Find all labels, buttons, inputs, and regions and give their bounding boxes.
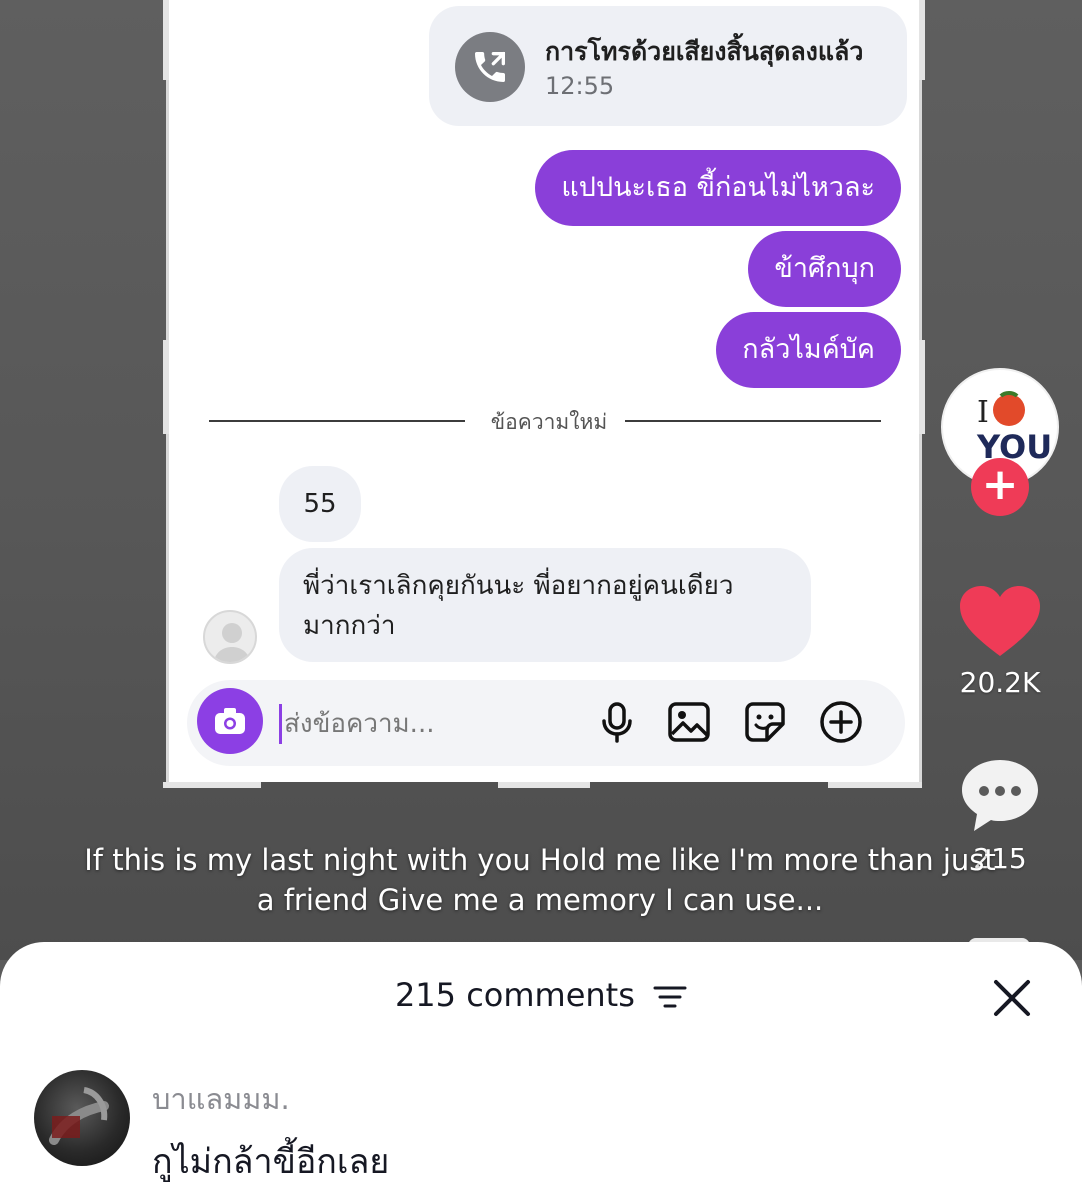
divider-line-right <box>625 420 881 422</box>
crop-handle <box>498 782 590 788</box>
message-composer <box>187 680 905 766</box>
received-message-line: มากกว่า <box>303 611 396 641</box>
comment-text: กูไม่กล้าขี้อีกเลย <box>152 1142 390 1182</box>
sent-message: ข้าศึกบุก <box>748 231 901 307</box>
svg-text:I: I <box>977 395 989 430</box>
crop-handle <box>828 782 922 788</box>
crop-handle <box>163 782 261 788</box>
received-message: พี่ว่าเราเลิกคุยกันนะ พี่อยากอยู่คนเดียว… <box>279 548 811 662</box>
divider-line-left <box>209 420 465 422</box>
caption-line: a friend Give me a memory I can use... <box>256 883 824 917</box>
message-input[interactable] <box>279 704 579 744</box>
crop-handle <box>163 0 169 80</box>
camera-icon <box>215 708 245 734</box>
crop-handle <box>919 0 925 80</box>
crop-handle <box>919 340 925 434</box>
comment-username[interactable]: บาแลมมม. <box>152 1076 290 1122</box>
call-time: 12:55 <box>545 72 615 100</box>
new-messages-divider: ข้อความใหม่ <box>490 410 608 434</box>
outgoing-call-icon <box>455 32 525 102</box>
caption-line: If this is my last night with you Hold m… <box>84 843 996 877</box>
follow-button[interactable]: + <box>971 458 1029 516</box>
comments-title: 215 comments <box>394 976 635 1014</box>
comments-header: 215 comments <box>0 976 1082 1014</box>
contact-avatar <box>203 610 257 664</box>
close-icon[interactable] <box>990 976 1034 1020</box>
crop-handle <box>163 340 169 434</box>
sort-filter-icon[interactable] <box>653 984 687 1010</box>
received-message-line: พี่ว่าเราเลิกคุยกันนะ พี่อยากอยู่คนเดียว <box>303 571 734 601</box>
video-caption: If this is my last night with you Hold m… <box>60 840 1020 920</box>
commenter-avatar[interactable] <box>34 1070 130 1166</box>
comment-bubble-icon[interactable] <box>960 756 1040 836</box>
sticker-icon[interactable] <box>741 698 789 746</box>
received-message: 55 <box>279 466 361 542</box>
camera-button[interactable] <box>197 688 263 754</box>
comments-sheet: 215 comments บาแลมมม. กูไม่กล้าขี้อีกเลย <box>0 942 1082 1200</box>
sent-message: แปปนะเธอ ขี้ก่อนไม่ไหวละ <box>535 150 901 226</box>
plus-circle-icon[interactable] <box>817 698 865 746</box>
like-count: 20.2K <box>959 666 1041 699</box>
call-ended-bubble: การโทรด้วยเสียงสิ้นสุดลงแล้ว 12:55 <box>429 6 907 126</box>
like-heart-icon[interactable] <box>958 584 1042 658</box>
call-status-text: การโทรด้วยเสียงสิ้นสุดลงแล้ว <box>545 37 864 66</box>
sent-message: กลัวไมค์บัค <box>716 312 901 388</box>
image-icon[interactable] <box>665 698 713 746</box>
microphone-icon[interactable] <box>593 698 641 746</box>
chat-screenshot: การโทรด้วยเสียงสิ้นสุดลงแล้ว 12:55 แปปนะ… <box>166 0 922 782</box>
